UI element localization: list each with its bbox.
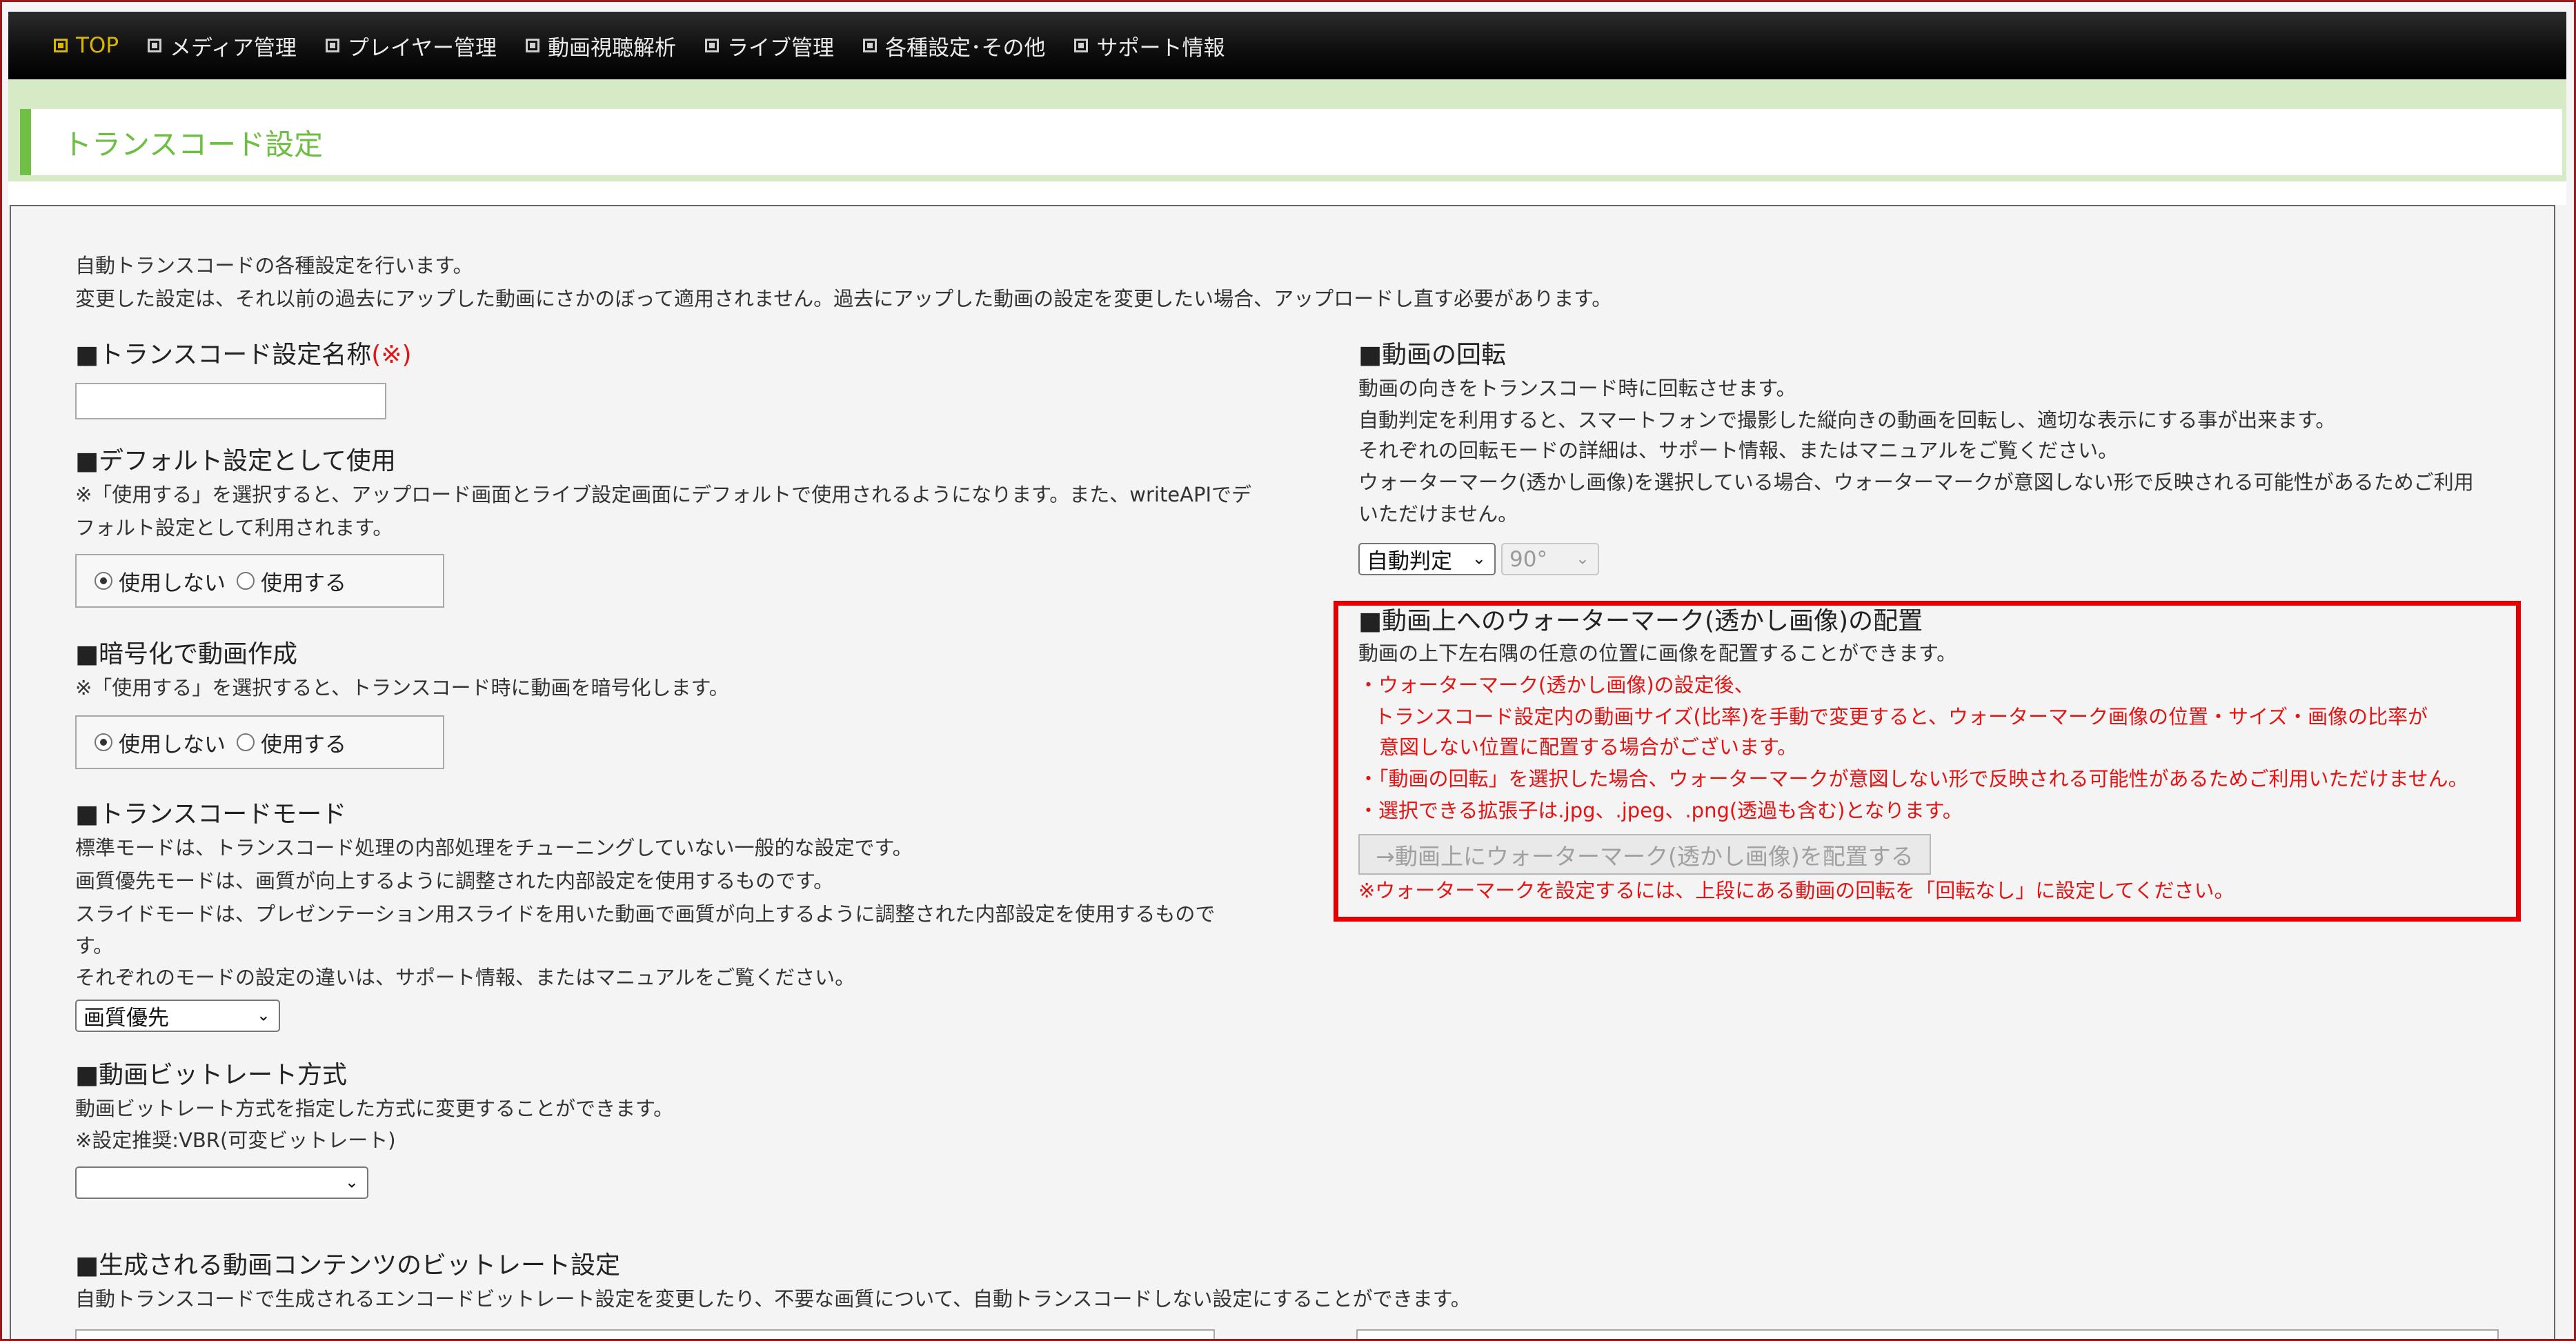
required-mark: (※) [371,341,412,369]
section-heading-default: ■デフォルト設定として使用 [75,447,396,475]
checkbox-icon [325,39,339,52]
mode-desc-4: す。 [75,934,114,957]
checkbox-icon [862,39,877,52]
select-value: 画質優先 [83,1006,169,1031]
checkbox-icon [148,39,162,52]
nav-item-label: メディア管理 [170,35,297,61]
nav-item-label: 動画視聴解析 [547,35,676,61]
nav-item-label: 各種設定･その他 [884,35,1046,61]
content-bitrate-table-left [75,1329,1215,1339]
default-radio-no[interactable]: 使用しない [95,566,226,597]
page-title-bar: トランスコード設定 [20,109,2562,175]
rotation-angle-select[interactable]: 90° ⌄ [1501,543,1599,575]
checkbox-icon [1074,39,1089,52]
default-radio-group: 使用しない 使用する [75,554,444,608]
nav-item-settings[interactable]: 各種設定･その他 [862,30,1046,61]
transcode-name-input[interactable] [75,383,386,419]
section-heading-rotation: ■動画の回転 [1358,341,1507,369]
app-frame: TOP メディア管理 プレイヤー管理 動画視聴解析 ライブ管理 各種設定･その他… [0,0,2576,1341]
default-desc-2: フォルト設定として利用されます。 [75,516,393,539]
top-navigation: TOP メディア管理 プレイヤー管理 動画視聴解析 ライブ管理 各種設定･その他… [8,12,2566,79]
radio-icon [237,572,255,590]
rotation-desc-4: ウォーターマーク(透かし画像)を選択している場合、ウォーターマークが意図しない形… [1358,470,2474,494]
section-heading-content-bitrate: ■生成される動画コンテンツのビットレート設定 [75,1251,621,1280]
content-bitrate-table-right [1356,1329,2499,1339]
nav-item-player[interactable]: プレイヤー管理 [325,30,497,61]
radio-selected-icon [95,572,112,590]
checkbox-icon [704,39,719,52]
radio-label: 使用する [261,570,346,596]
nav-item-analytics[interactable]: 動画視聴解析 [525,30,676,61]
intro-text-2: 変更した設定は、それ以前の過去にアップした動画にさかのぼって適用されません。過去… [75,287,1612,310]
section-heading-mode: ■トランスコードモード [75,800,347,828]
mode-desc-2: 画質優先モードは、画質が向上するように調整された内部設定を使用するものです。 [75,869,834,893]
radio-label: 使用する [261,732,346,757]
rotation-desc-3: それぞれの回転モードの詳細は、サポート情報、またはマニュアルをご覧ください。 [1358,439,2119,462]
mode-desc-5: それぞれのモードの設定の違いは、サポート情報、またはマニュアルをご覧ください。 [75,966,855,989]
rotation-desc-2: 自動判定を利用すると、スマートフォンで撮影した縦向きの動画を回転し、適切な表示に… [1358,408,2336,432]
content-bitrate-desc: 自動トランスコードで生成されるエンコードビットレート設定を変更したり、不要な画質… [75,1287,1471,1311]
encrypt-desc: ※「使用する」を選択すると、トランスコード時に動画を暗号化します。 [75,676,729,699]
chevron-down-icon: ⌄ [344,1172,359,1192]
nav-item-top[interactable]: TOP [54,33,119,58]
encrypt-radio-group: 使用しない 使用する [75,715,444,769]
rotation-mode-select[interactable]: 自動判定 ⌄ [1358,543,1496,575]
chevron-down-icon: ⌄ [256,1005,270,1025]
encrypt-radio-no[interactable]: 使用しない [95,727,226,758]
default-desc-1: ※「使用する」を選択すると、アップロード画面とライブ設定画面にデフォルトで使用さ… [75,483,1252,506]
section-heading-bitrate: ■動画ビットレート方式 [75,1061,348,1089]
section-heading-encrypt: ■暗号化で動画作成 [75,640,298,668]
rotation-desc-5: いただけません。 [1358,502,1518,526]
radio-selected-icon [95,733,112,751]
mode-desc-3: スライドモードは、プレゼンテーション用スライドを用いた動画で画質が向上するように… [75,902,1216,926]
encrypt-radio-yes[interactable]: 使用する [237,727,346,758]
page-title: トランスコード設定 [63,127,324,161]
nav-item-label: TOP [76,33,119,58]
radio-label: 使用しない [119,732,226,757]
nav-item-label: ライブ管理 [726,35,834,61]
intro-text-1: 自動トランスコードの各種設定を行います。 [75,254,473,277]
nav-item-support[interactable]: サポート情報 [1074,30,1225,61]
bitrate-method-select[interactable]: ⌄ [75,1166,368,1199]
radio-label: 使用しない [119,570,226,596]
nav-item-live[interactable]: ライブ管理 [704,30,834,61]
checkbox-icon [54,39,68,52]
radio-icon [237,733,255,751]
rotation-desc-1: 動画の向きをトランスコード時に回転させます。 [1358,377,1796,400]
watermark-highlight-box [1334,601,2521,922]
transcode-mode-select[interactable]: 画質優先 ⌄ [75,1000,280,1032]
mode-desc-1: 標準モードは、トランスコード処理の内部処理をチューニングしていない一般的な設定で… [75,836,913,860]
heading-text: ■トランスコード設定名称 [75,341,372,369]
divider [8,181,2566,205]
bitrate-desc-2: ※設定推奨:VBR(可変ビットレート) [75,1129,396,1152]
checkbox-icon [525,39,539,52]
nav-item-media[interactable]: メディア管理 [148,30,297,61]
chevron-down-icon: ⌄ [1575,548,1589,568]
select-value: 90° [1509,546,1547,572]
bitrate-desc-1: 動画ビットレート方式を指定した方式に変更することができます。 [75,1097,674,1120]
chevron-down-icon: ⌄ [1472,548,1486,568]
section-heading-name: ■トランスコード設定名称(※) [75,343,412,368]
default-radio-yes[interactable]: 使用する [237,566,346,597]
nav-item-label: プレイヤー管理 [347,35,497,61]
select-value: 自動判定 [1367,549,1452,574]
nav-item-label: サポート情報 [1096,35,1225,61]
